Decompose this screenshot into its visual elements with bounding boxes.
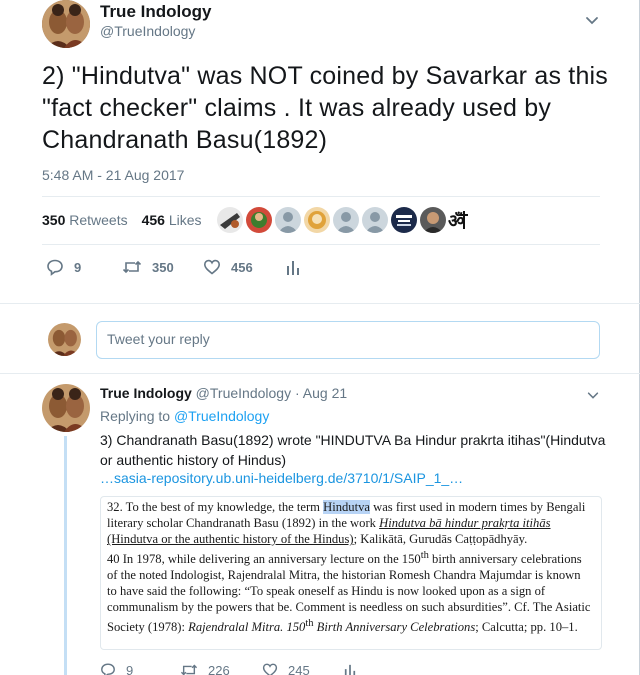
reply-count: 9 bbox=[126, 662, 134, 675]
reply-icon bbox=[47, 259, 63, 276]
reply-count: 9 bbox=[74, 259, 82, 275]
scan-title: Birth Anniversary Celebrations bbox=[313, 619, 476, 634]
current-user-avatar bbox=[48, 323, 81, 356]
reply-tweet-date[interactable]: Aug 21 bbox=[303, 385, 347, 401]
reply-tweet-header: True Indology @TrueIndology · Aug 21 bbox=[100, 385, 348, 401]
tweet-link[interactable]: …sasia-repository.ub.uni-heidelberg.de/3… bbox=[100, 470, 463, 486]
attached-image[interactable]: 32. To the best of my knowledge, the ter… bbox=[100, 496, 602, 650]
thread-connector bbox=[64, 436, 67, 675]
retweet-icon bbox=[180, 664, 198, 675]
scan-highlight: Hindutva bbox=[323, 500, 370, 514]
retweet-icon bbox=[122, 260, 142, 274]
scan-text: 32. To the best of my knowledge, the ter… bbox=[107, 500, 324, 514]
liker-avatar[interactable] bbox=[217, 207, 243, 233]
liker-avatar[interactable] bbox=[420, 207, 446, 233]
replying-to: Replying to @TrueIndology bbox=[100, 408, 269, 424]
tweet-text: 2) "Hindutva" was NOT coined by Savarkar… bbox=[42, 62, 609, 154]
reply-button[interactable]: 9 bbox=[100, 662, 133, 675]
analytics-button[interactable] bbox=[286, 258, 300, 276]
like-button[interactable]: 456 bbox=[203, 258, 253, 276]
reply-input[interactable]: Tweet your reply bbox=[96, 321, 600, 359]
likes-stat[interactable]: 456 Likes bbox=[142, 212, 202, 228]
scan-sup: th bbox=[420, 549, 429, 561]
analytics-button[interactable] bbox=[344, 662, 356, 675]
reply-icon bbox=[101, 663, 115, 675]
liker-avatar[interactable]: ॐ bbox=[447, 207, 473, 233]
analytics-icon bbox=[344, 664, 356, 675]
heart-icon bbox=[203, 259, 221, 275]
scan-text: ; Calcutta; pp. 10–1. bbox=[475, 619, 578, 634]
retweets-label: Retweets bbox=[69, 212, 128, 228]
tweet-timestamp[interactable]: 5:48 AM - 21 Aug 2017 bbox=[42, 167, 184, 183]
liker-avatar[interactable] bbox=[275, 207, 301, 233]
retweets-stat[interactable]: 350 Retweets bbox=[42, 212, 128, 228]
reply-button[interactable]: 9 bbox=[46, 258, 81, 276]
likes-count: 456 bbox=[141, 212, 165, 228]
retweet-button[interactable]: 350 bbox=[122, 258, 174, 276]
reply-author-name[interactable]: True Indology bbox=[100, 385, 192, 401]
liker-avatar[interactable] bbox=[391, 207, 417, 233]
author-handle[interactable]: @TrueIndology bbox=[100, 23, 195, 39]
scan-title: Hindutva bā hindur prakṛta itihās bbox=[379, 516, 551, 531]
replying-prefix: Replying to bbox=[100, 408, 171, 424]
liker-avatar[interactable] bbox=[246, 207, 272, 233]
reply-author-handle[interactable]: @TrueIndology bbox=[196, 385, 291, 401]
analytics-icon bbox=[287, 261, 299, 275]
liker-avatar[interactable] bbox=[362, 207, 388, 233]
scan-text: 40 In 1978, while delivering an annivers… bbox=[107, 551, 421, 566]
author-avatar[interactable] bbox=[42, 0, 90, 48]
scan-text: (Hindutva or the authentic history of th… bbox=[107, 532, 354, 547]
liker-avatar[interactable] bbox=[304, 207, 330, 233]
retweets-count: 350 bbox=[42, 212, 66, 228]
retweet-button[interactable]: 226 bbox=[180, 662, 230, 675]
divider bbox=[0, 373, 640, 374]
scan-title: Rajendralal Mitra. 150 bbox=[188, 619, 306, 634]
scan-sup: th bbox=[305, 617, 314, 629]
retweet-count: 226 bbox=[208, 662, 230, 675]
replying-to-link[interactable]: @TrueIndology bbox=[174, 408, 269, 424]
like-count: 456 bbox=[231, 259, 253, 275]
like-count: 245 bbox=[288, 662, 310, 675]
scanned-text: 32. To the best of my knowledge, the ter… bbox=[107, 499, 593, 635]
reply-tweet-text: 3) Chandranath Basu(1892) wrote "HINDUTV… bbox=[100, 432, 606, 468]
divider bbox=[0, 303, 640, 304]
reply-author-avatar[interactable] bbox=[42, 384, 90, 432]
chevron-down-icon[interactable] bbox=[586, 388, 600, 402]
retweet-count: 350 bbox=[152, 259, 174, 275]
chevron-down-icon[interactable] bbox=[584, 12, 600, 28]
like-button[interactable]: 245 bbox=[262, 662, 310, 675]
divider bbox=[42, 196, 600, 197]
scan-text: ; Kalikātā, Gurudās Caṭṭopādhyāy. bbox=[353, 532, 528, 547]
author-name[interactable]: True Indology bbox=[100, 2, 211, 22]
engagement-stats: 350 Retweets 456 Likes bbox=[42, 212, 202, 228]
heart-icon bbox=[262, 663, 278, 675]
liker-avatar[interactable] bbox=[333, 207, 359, 233]
divider bbox=[42, 244, 600, 245]
likes-label: Likes bbox=[168, 212, 202, 228]
